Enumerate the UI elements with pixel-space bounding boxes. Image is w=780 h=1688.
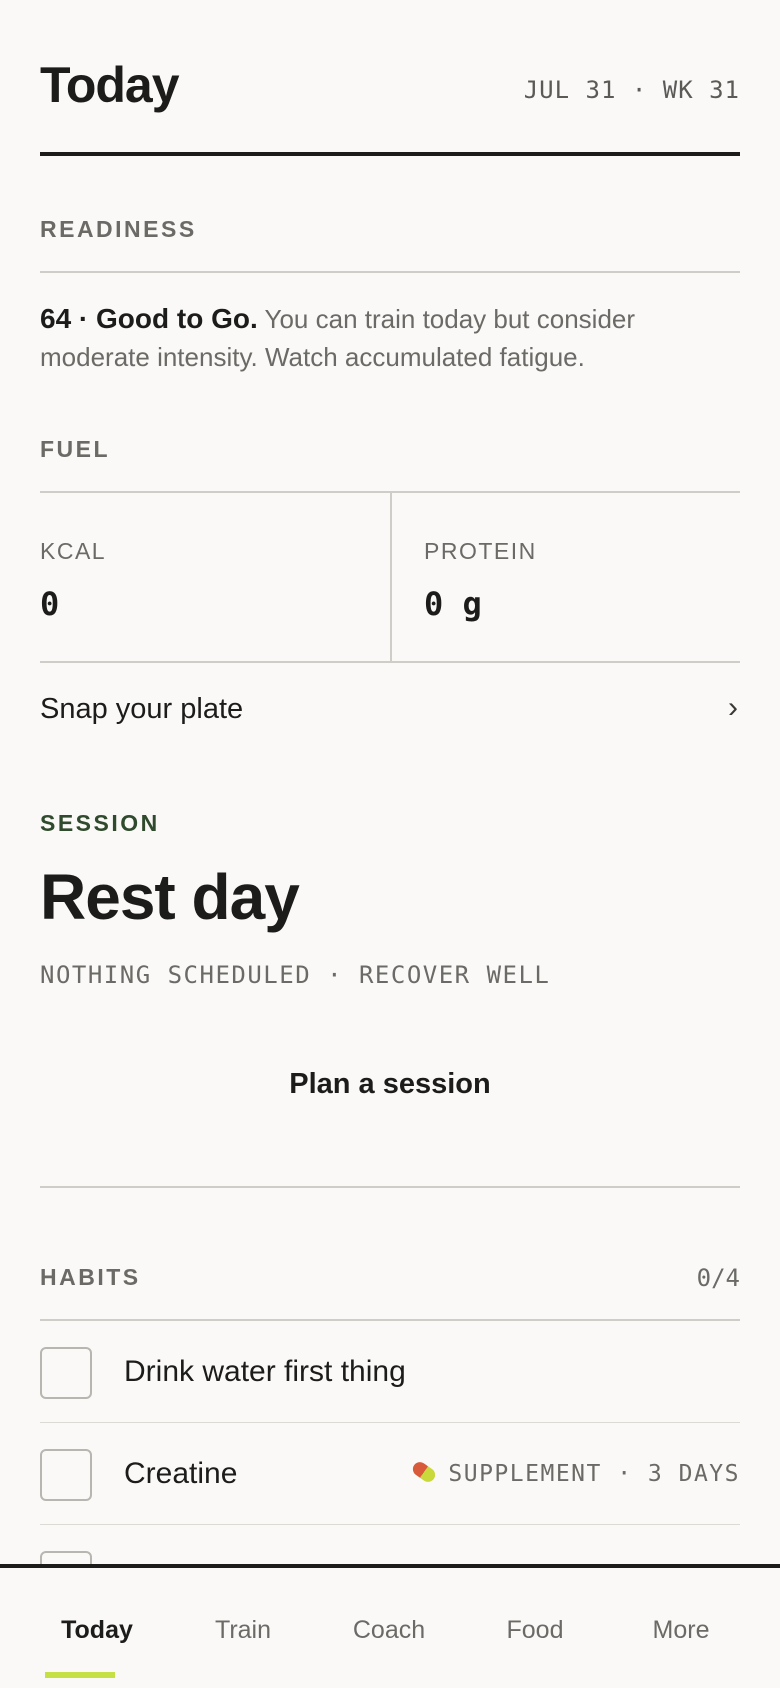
tab-label: Train [214, 1616, 272, 1644]
tab-label: Today [61, 1616, 133, 1644]
active-tab-indicator [45, 1672, 115, 1678]
readiness-divider [40, 271, 740, 273]
habits-section-label: HABITS [40, 1264, 141, 1290]
date-label: JUL 31 · WK 31 [523, 76, 740, 104]
plan-session-button[interactable]: Plan a session [40, 1040, 740, 1128]
tab-more[interactable]: More [608, 1568, 754, 1688]
habit-row[interactable]: Creatine SUPPLEMENT · 3 DAYS [40, 1423, 740, 1525]
tab-label: More [652, 1616, 710, 1644]
bottom-tab-bar: Today Train Coach Food More [0, 1564, 780, 1688]
protein-label: PROTEIN [424, 538, 537, 564]
protein-value: 0 g [424, 585, 482, 623]
fuel-metrics: KCAL 0 PROTEIN 0 g [40, 493, 740, 663]
today-screen: Today JUL 31 · WK 31 READINESS 64 · Good… [0, 0, 780, 1688]
tab-label: Coach [352, 1616, 426, 1644]
pill-icon [410, 1458, 439, 1485]
habit-name: Creatine [124, 1457, 238, 1490]
tab-today[interactable]: Today [24, 1568, 170, 1688]
readiness-section-label: READINESS [40, 216, 197, 242]
session-title: Rest day [40, 861, 300, 933]
habit-checkbox[interactable] [40, 1449, 92, 1501]
habits-progress-count: 0/4 [696, 1264, 740, 1292]
habit-checkbox[interactable] [40, 1347, 92, 1399]
session-subtitle: NOTHING SCHEDULED · RECOVER WELL [40, 961, 551, 989]
chevron-right-icon: › [728, 691, 738, 724]
snap-your-plate-label: Snap your plate [40, 693, 244, 725]
habit-name: Drink water first thing [124, 1355, 406, 1388]
kcal-value: 0 [40, 585, 60, 623]
page-title: Today [40, 57, 180, 113]
readiness-score: 64 · Good to Go. [40, 303, 258, 334]
session-section-label: SESSION [40, 810, 160, 836]
readiness-summary: 64 · Good to Go. You can train today but… [40, 300, 740, 376]
tab-label: Food [506, 1616, 564, 1644]
fuel-section-label: FUEL [40, 436, 111, 462]
tab-train[interactable]: Train [170, 1568, 316, 1688]
fuel-column-divider [390, 493, 392, 661]
session-divider [40, 1186, 740, 1188]
habit-row[interactable]: Drink water first thing [40, 1321, 740, 1423]
habit-meta-text: SUPPLEMENT · 3 DAYS [448, 1461, 740, 1487]
habit-meta: SUPPLEMENT · 3 DAYS [410, 1458, 740, 1487]
page-header: Today JUL 31 · WK 31 [40, 52, 740, 156]
tab-food[interactable]: Food [462, 1568, 608, 1688]
kcal-label: KCAL [40, 538, 107, 564]
tab-coach[interactable]: Coach [316, 1568, 462, 1688]
snap-your-plate-button[interactable]: Snap your plate › [40, 663, 740, 759]
